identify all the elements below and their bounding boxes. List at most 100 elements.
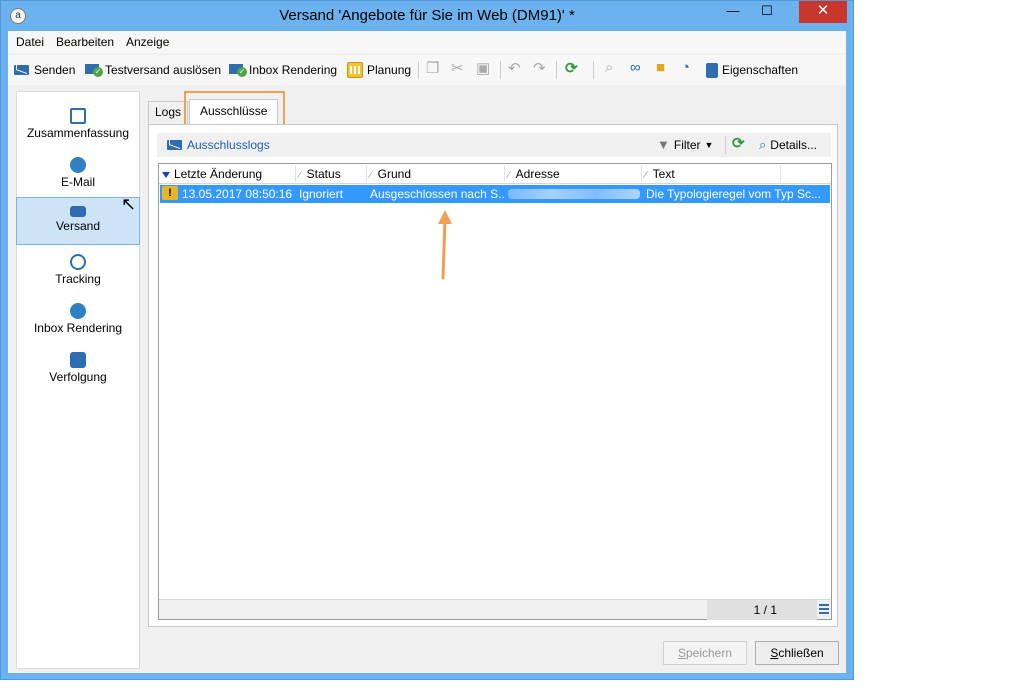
- sort-icon: ⁄: [645, 170, 647, 181]
- exclusions-panel: Ausschlusslogs ▼ Filter ▼ ⟳ ⌕ Details...: [148, 124, 838, 627]
- summary-icon: [70, 108, 86, 124]
- link-icon[interactable]: ∞: [630, 59, 641, 76]
- test-send-button[interactable]: Testversand auslösen: [85, 61, 221, 79]
- chevron-down-icon: ▼: [704, 139, 714, 150]
- toolbar-separator: [418, 61, 419, 79]
- column-separator[interactable]: [295, 166, 296, 182]
- column-header-last-change[interactable]: Letzte Änderung: [162, 167, 262, 181]
- sidebar-item-inbox-rendering[interactable]: Inbox Rendering: [17, 297, 139, 345]
- column-label: Status: [306, 167, 341, 181]
- email-icon: [70, 157, 86, 173]
- minimize-button[interactable]: —: [719, 1, 747, 23]
- refresh-icon[interactable]: ⟳: [732, 134, 745, 152]
- sort-descending-icon: [162, 171, 170, 178]
- test-send-label: Testversand auslösen: [105, 63, 222, 77]
- inbox-rendering-label: Inbox Rendering: [249, 63, 338, 77]
- main-content: Logs Ausschlüsse Ausschlusslogs ▼ Filter…: [148, 91, 838, 627]
- menu-datei[interactable]: Datei: [16, 35, 44, 49]
- table-row[interactable]: ! 13.05.2017 08:50:16 Ignoriert Ausgesch…: [160, 185, 830, 203]
- sort-icon: ⁄: [508, 170, 510, 181]
- refresh-icon[interactable]: ⟳: [565, 59, 578, 77]
- mail-check-icon: [85, 62, 103, 78]
- filter-icon: ▼: [657, 137, 670, 152]
- cell-date: 13.05.2017 08:50:16: [182, 187, 293, 201]
- details-label: Details...: [770, 138, 817, 152]
- window-client-area: Datei Bearbeiten Anzeige Senden Testvers…: [8, 31, 846, 673]
- close-button[interactable]: Schließen: [755, 641, 839, 665]
- exclusion-logs-label: Ausschlusslogs: [187, 138, 270, 152]
- column-separator[interactable]: [504, 166, 505, 182]
- details-button[interactable]: ⌕ Details...: [759, 137, 817, 153]
- cell-address-blurred: [508, 187, 642, 202]
- arrow-head: [438, 210, 452, 224]
- blurred-address: [508, 189, 640, 199]
- save-button[interactable]: Speichern: [663, 641, 747, 665]
- redo-icon[interactable]: ↷: [533, 59, 546, 77]
- menu-anzeige[interactable]: Anzeige: [126, 35, 169, 49]
- planning-button[interactable]: Planung: [347, 61, 411, 79]
- grid-header: Letzte Änderung ⁄ Status ⁄ Grund ⁄ Adresse: [159, 164, 831, 184]
- sort-icon: ⁄: [370, 170, 372, 181]
- column-header-text[interactable]: ⁄ Text: [645, 167, 675, 181]
- toolbar-separator: [556, 61, 557, 79]
- speedometer-icon[interactable]: ◔: [681, 59, 690, 76]
- send-label: Senden: [34, 63, 76, 77]
- copy-icon[interactable]: ❐: [426, 59, 439, 77]
- warning-icon: !: [162, 186, 178, 200]
- list-menu-icon[interactable]: [819, 604, 829, 614]
- sidebar-item-label: E-Mail: [60, 175, 95, 189]
- planning-label: Planung: [367, 63, 412, 77]
- annotation-arrow: [438, 210, 452, 280]
- column-label: Grund: [377, 167, 412, 181]
- mail-check-icon: [229, 62, 247, 78]
- sidebar-item-label: Tracking: [55, 272, 101, 286]
- tab-logs[interactable]: Logs: [148, 101, 189, 125]
- cell-reason: Ausgeschlossen nach S...: [370, 187, 504, 201]
- sidebar-item-email[interactable]: E-Mail: [17, 151, 139, 199]
- toolbar: Senden Testversand auslösen Inbox Render…: [8, 55, 846, 85]
- pager: 1 / 1: [707, 600, 817, 620]
- properties-button[interactable]: Eigenschaften: [706, 61, 798, 79]
- menu-bearbeiten[interactable]: Bearbeiten: [56, 35, 114, 49]
- column-separator[interactable]: [780, 166, 781, 182]
- cell-text: Die Typologieregel vom Typ Sc...: [646, 187, 821, 201]
- properties-label: Eigenschaften: [722, 63, 799, 77]
- exclusion-logs-link[interactable]: Ausschlusslogs: [167, 137, 270, 153]
- column-separator[interactable]: [641, 166, 642, 182]
- cell-status: Ignoriert: [299, 187, 344, 201]
- sidebar-item-label: Verfolgung: [49, 370, 107, 384]
- sidebar-item-zusammenfassung[interactable]: Zusammenfassung: [17, 102, 139, 150]
- column-label: Adresse: [515, 167, 560, 181]
- audit-icon: [70, 352, 86, 368]
- grid-footer: 1 / 1: [159, 599, 831, 620]
- paste-icon[interactable]: ▣: [476, 59, 490, 77]
- attachment-icon[interactable]: ⌕: [605, 59, 613, 76]
- toolbar-separator: [500, 61, 501, 79]
- cut-icon[interactable]: ✂: [451, 59, 464, 77]
- main-window: a Versand 'Angebote für Sie im Web (DM91…: [0, 0, 854, 680]
- sidebar-item-label: Zusammenfassung: [26, 126, 130, 140]
- clipboard-icon: [706, 62, 718, 78]
- calendar-icon: [347, 62, 363, 78]
- maximize-button[interactable]: ☐: [753, 1, 781, 23]
- sidebar-item-label: Versand: [55, 219, 101, 233]
- gift-icon[interactable]: ■: [656, 59, 665, 76]
- column-header-reason[interactable]: ⁄ Grund: [370, 167, 411, 181]
- column-header-status[interactable]: ⁄ Status: [299, 167, 341, 181]
- search-icon: ⌕: [759, 137, 767, 152]
- filter-button[interactable]: ▼ Filter ▼: [657, 137, 713, 152]
- mail-icon: [14, 62, 30, 78]
- column-separator[interactable]: [366, 166, 367, 182]
- undo-icon[interactable]: ↶: [508, 59, 521, 77]
- sidebar-item-tracking[interactable]: Tracking: [17, 248, 139, 296]
- filter-label: Filter: [673, 137, 701, 152]
- title-bar[interactable]: a Versand 'Angebote für Sie im Web (DM91…: [1, 1, 853, 31]
- close-window-button[interactable]: ✕: [799, 1, 847, 23]
- send-button[interactable]: Senden: [14, 61, 75, 79]
- mouse-cursor-icon: ↖: [121, 194, 137, 214]
- sidebar-item-verfolgung[interactable]: Verfolgung: [17, 346, 139, 394]
- column-header-address[interactable]: ⁄ Adresse: [508, 167, 560, 181]
- tracking-icon: [70, 254, 86, 270]
- inbox-rendering-button[interactable]: Inbox Rendering: [229, 61, 337, 79]
- menu-bar: Datei Bearbeiten Anzeige: [8, 31, 846, 53]
